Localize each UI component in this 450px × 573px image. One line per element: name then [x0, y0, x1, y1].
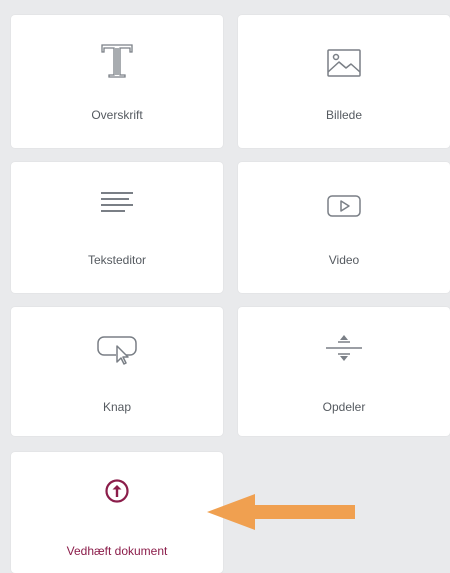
heading-icon: [97, 41, 137, 81]
widget-label: Knap: [102, 400, 132, 414]
widget-tile-button[interactable]: Knap: [11, 307, 223, 436]
widget-tile-image[interactable]: Billede: [238, 15, 450, 148]
widget-label: Teksteditor: [87, 253, 147, 267]
widget-label: Opdeler: [322, 400, 366, 414]
divider-icon: [322, 329, 366, 367]
widget-label: Vedhæft dokument: [66, 544, 168, 558]
text-editor-icon: [97, 188, 137, 218]
widget-tile-video[interactable]: Video: [238, 162, 450, 293]
pointer-arrow-icon: [205, 490, 357, 534]
widget-label: Billede: [325, 108, 363, 122]
widget-tile-attach-document[interactable]: Vedhæft dokument: [11, 452, 223, 573]
button-icon: [95, 333, 139, 367]
widget-label: Video: [328, 253, 360, 267]
attach-document-icon: [102, 476, 132, 506]
widget-tile-heading[interactable]: Overskrift: [11, 15, 223, 148]
widget-tile-text-editor[interactable]: Teksteditor: [11, 162, 223, 293]
video-icon: [324, 192, 364, 220]
widget-tile-divider[interactable]: Opdeler: [238, 307, 450, 436]
image-icon: [324, 45, 364, 81]
widget-panel: Overskrift Billede Teksteditor Video Kna…: [0, 0, 450, 573]
widget-label: Overskrift: [91, 108, 143, 122]
